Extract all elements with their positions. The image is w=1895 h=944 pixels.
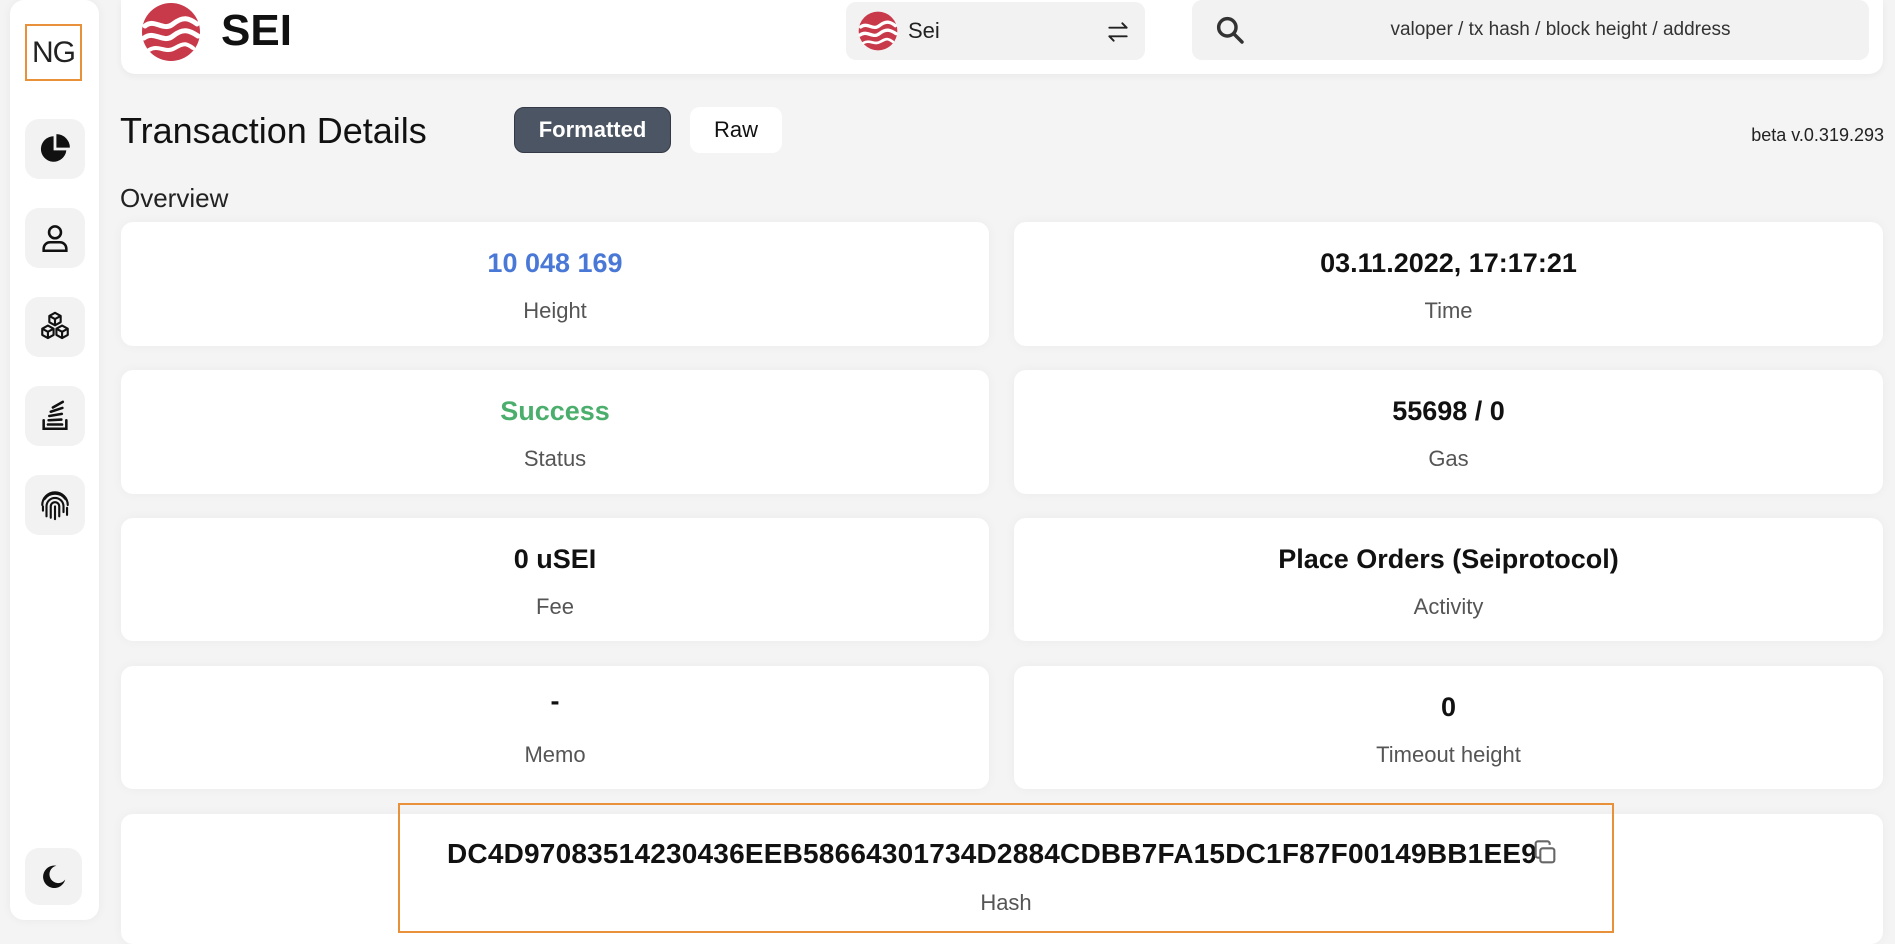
status-label: Status xyxy=(523,446,587,471)
search-icon[interactable] xyxy=(1214,14,1246,46)
fee-card: 0 uSEI Fee xyxy=(121,518,989,641)
network-selector[interactable]: Sei xyxy=(846,2,1145,60)
user-icon xyxy=(42,225,68,253)
timeout-height-card: 0 Timeout height xyxy=(1014,666,1883,789)
version-label: beta v.0.319.293 xyxy=(1751,125,1884,145)
height-value[interactable]: 10 048 169 xyxy=(121,248,989,279)
page-title: Transaction Details xyxy=(120,110,427,151)
height-label: Height xyxy=(523,298,587,323)
search-bar[interactable] xyxy=(1192,0,1869,60)
brand-name: SEI xyxy=(221,6,292,55)
blocks-button[interactable] xyxy=(25,297,85,357)
activity-label: Activity xyxy=(1413,594,1484,619)
fee-value: 0 uSEI xyxy=(513,544,597,574)
sidebar: NG xyxy=(10,0,99,920)
activity-card: Place Orders (Seiprotocol) Activity xyxy=(1014,518,1883,641)
tab-formatted[interactable]: Formatted xyxy=(514,107,671,153)
swap-arrows-icon[interactable] xyxy=(1105,19,1131,45)
tab-raw[interactable]: Raw xyxy=(690,107,782,153)
blocks-icon xyxy=(41,311,69,340)
sei-logo-icon[interactable] xyxy=(141,2,201,62)
gas-value: 55698 / 0 xyxy=(1392,396,1505,426)
time-card: 03.11.2022, 17:17:21 Time xyxy=(1014,222,1883,346)
search-input[interactable] xyxy=(1192,0,1869,60)
memo-card: - Memo xyxy=(121,666,989,789)
height-card: 10 048 169 Height xyxy=(121,222,989,346)
fingerprint-icon xyxy=(41,491,69,521)
gas-label: Gas xyxy=(1428,446,1469,471)
status-value: Success xyxy=(500,396,610,426)
copy-icon[interactable] xyxy=(1531,839,1559,867)
hash-value[interactable]: DC4D97083514230436EEB58664301734D2884CDB… xyxy=(447,838,1537,870)
dashboard-button[interactable] xyxy=(25,119,85,179)
top-header: SEI Sei xyxy=(121,0,1883,74)
section-title-overview: Overview xyxy=(120,183,229,213)
time-value: 03.11.2022, 17:17:21 xyxy=(1320,248,1577,278)
stack-button[interactable] xyxy=(25,386,85,446)
sei-network-icon xyxy=(858,11,898,51)
fingerprint-button[interactable] xyxy=(25,475,85,535)
status-card: Success Status xyxy=(121,370,989,494)
timeout-height-value: 0 xyxy=(1440,692,1457,722)
theme-toggle-button[interactable] xyxy=(25,848,82,905)
gas-card: 55698 / 0 Gas xyxy=(1014,370,1883,494)
account-button[interactable] xyxy=(25,208,85,268)
hash-label: Hash xyxy=(980,890,1032,915)
activity-value: Place Orders (Seiprotocol) xyxy=(1278,544,1619,574)
hash-card xyxy=(121,814,1883,944)
memo-value: - xyxy=(550,686,560,716)
timeout-height-label: Timeout height xyxy=(1376,742,1521,767)
stack-icon xyxy=(42,400,68,431)
time-label: Time xyxy=(1424,298,1473,323)
moon-icon xyxy=(42,865,65,888)
pie-chart-icon xyxy=(40,134,70,162)
ng-logo[interactable]: NG xyxy=(25,24,82,81)
fee-label: Fee xyxy=(536,594,574,619)
network-name: Sei xyxy=(908,18,940,43)
memo-label: Memo xyxy=(524,742,586,767)
